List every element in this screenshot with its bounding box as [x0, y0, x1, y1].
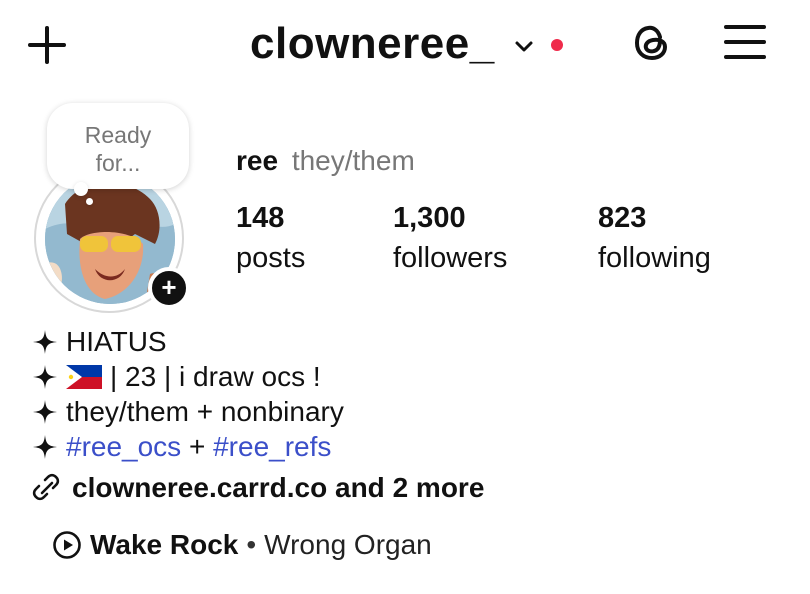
external-links[interactable]: clowneree.carrd.co and 2 more: [30, 470, 484, 506]
bio-line: HIATUS: [32, 324, 344, 359]
followers-count: 1,300: [393, 202, 466, 234]
link-text: clowneree.carrd.co and 2 more: [72, 472, 485, 503]
notification-dot: [550, 39, 563, 51]
bio-line: #ree_ocs + #ree_refs: [32, 429, 344, 464]
bio-text-age: | 23 | i draw ocs !: [110, 361, 321, 392]
sparkle-icon: [33, 399, 57, 424]
username-title: clowneree_: [250, 19, 495, 68]
followers-label: followers: [393, 242, 508, 274]
following-count: 823: [598, 202, 647, 234]
menu-button[interactable]: [718, 20, 770, 64]
note-tail-dot: [74, 182, 88, 196]
hashtag-link-ree-ocs[interactable]: #ree_ocs: [66, 429, 181, 464]
bio: HIATUS | 23 | i draw ocs ! they/them + n…: [32, 324, 344, 464]
bio-text-hiatus: HIATUS: [66, 326, 167, 357]
note-text-line2: for...: [95, 150, 141, 176]
note-bubble[interactable]: Ready for...: [47, 103, 189, 189]
bio-line: | 23 | i draw ocs !: [32, 359, 344, 394]
hashtag-link-ree-refs[interactable]: #ree_refs: [213, 429, 331, 464]
philippines-flag-icon: [66, 364, 102, 389]
play-circle-icon: [53, 531, 81, 559]
sparkle-icon: [33, 434, 57, 459]
add-story-button[interactable]: +: [148, 267, 190, 309]
posts-stat[interactable]: 148 posts: [236, 199, 305, 277]
threads-icon: [634, 25, 668, 61]
sparkle-icon: [33, 364, 57, 389]
link-icon: [32, 473, 60, 501]
following-label: following: [598, 242, 711, 274]
account-switcher[interactable]: clowneree_: [250, 16, 563, 72]
chevron-down-icon: [515, 41, 533, 52]
bio-line: they/them + nonbinary: [32, 394, 344, 429]
following-stat[interactable]: 823 following: [598, 199, 711, 277]
posts-label: posts: [236, 242, 306, 274]
hamburger-menu-icon: [724, 25, 766, 59]
bio-text-identity: they/them + nonbinary: [66, 396, 344, 427]
separator-dot: •: [246, 529, 257, 560]
display-name: ree: [236, 145, 279, 176]
bio-text-plus: +: [181, 431, 214, 462]
artist-name: Wrong Organ: [264, 529, 432, 560]
new-post-button[interactable]: [26, 24, 68, 66]
note-tail-dot-small: [86, 198, 93, 205]
sparkle-icon: [33, 329, 57, 354]
followers-stat[interactable]: 1,300 followers: [393, 199, 507, 277]
song-title: Wake Rock: [90, 529, 239, 560]
plus-icon: +: [161, 271, 177, 302]
threads-button[interactable]: [628, 18, 676, 66]
pronouns: they/them: [291, 145, 415, 176]
profile-name-line: ree they/them: [236, 143, 415, 179]
note-text-line1: Ready: [84, 122, 152, 148]
profile-music[interactable]: Wake Rock • Wrong Organ: [52, 527, 432, 563]
plus-icon: [28, 26, 66, 64]
posts-count: 148: [236, 202, 285, 234]
